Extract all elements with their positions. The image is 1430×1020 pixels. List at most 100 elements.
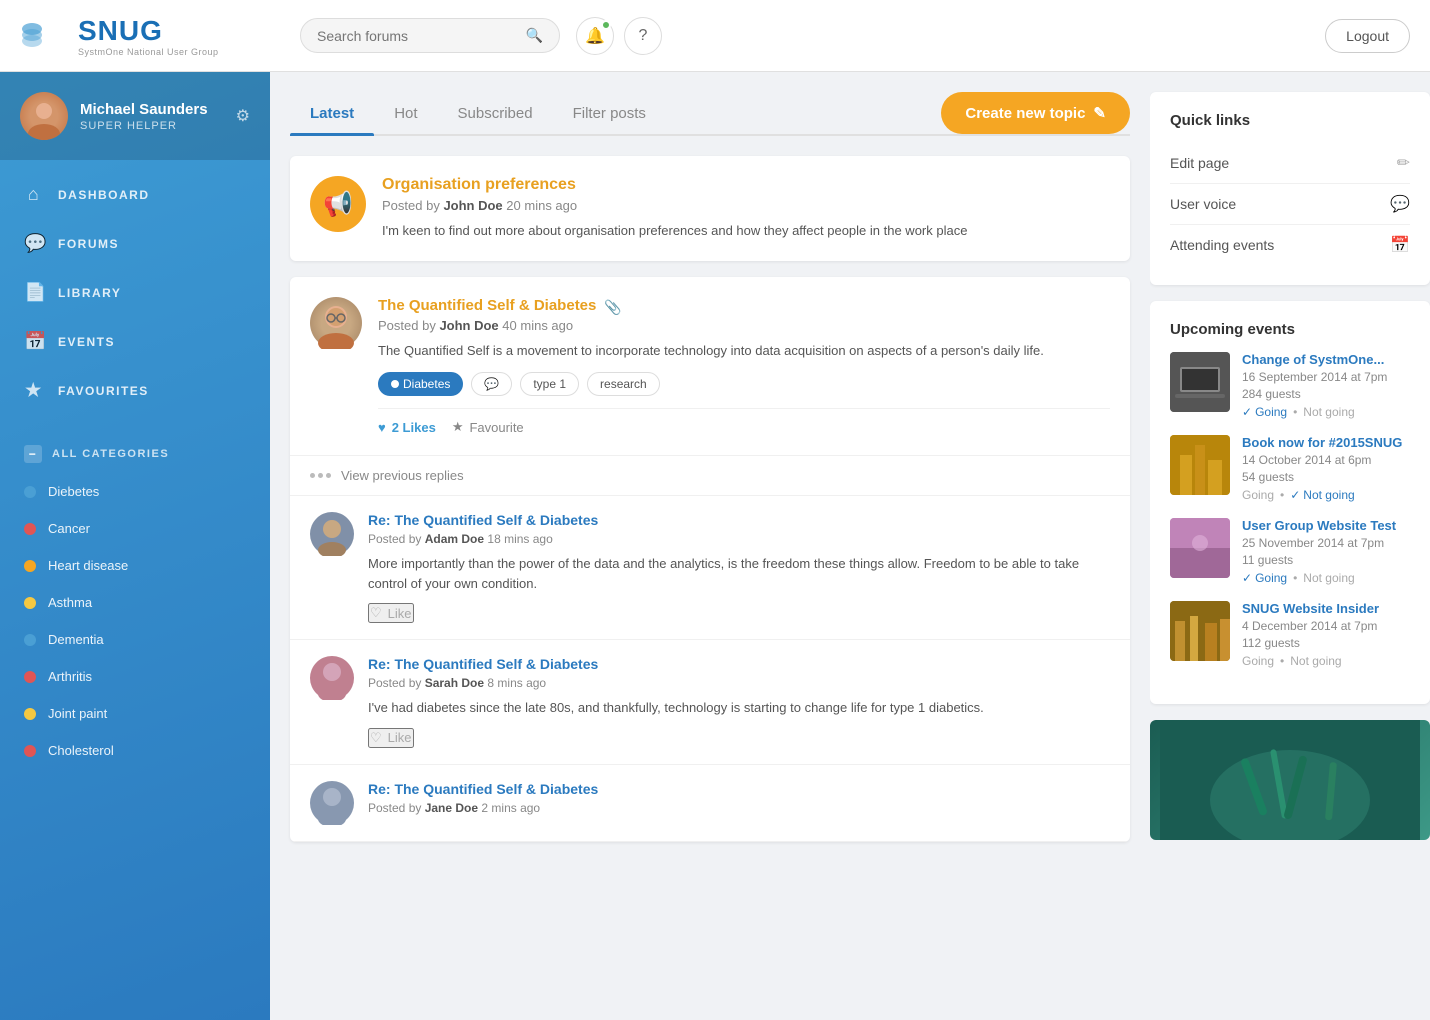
categories-collapse-button[interactable]: −	[24, 445, 42, 463]
reply-2-author-name: Sarah Doe	[425, 676, 484, 690]
tag-research[interactable]: research	[587, 372, 660, 396]
logo-icon	[20, 11, 70, 61]
category-item-cancer[interactable]: Cancer	[0, 510, 270, 547]
thread-post-meta: The Quantified Self & Diabetes 📎 Posted …	[378, 297, 1110, 436]
category-dot-cholesterol	[24, 745, 36, 757]
reply-1-text: More importantly than the power of the d…	[368, 554, 1110, 593]
paperclip-icon: 📎	[604, 299, 621, 316]
category-label-diabetes: Diebetes	[48, 484, 99, 499]
logo-area: SNUG SystmOne National User Group	[20, 11, 290, 61]
category-item-diabetes[interactable]: Diebetes	[0, 473, 270, 510]
right-sidebar: Quick links Edit page ✏ User voice 💬 Att…	[1150, 72, 1430, 1020]
edit-icon: ✏	[1397, 153, 1410, 173]
create-topic-button[interactable]: Create new topic ✎	[941, 92, 1130, 134]
notification-bell-button[interactable]: 🔔	[576, 17, 614, 55]
not-going-button-2[interactable]: ✓ Not going	[1290, 488, 1354, 502]
tab-latest[interactable]: Latest	[290, 93, 374, 134]
post-meta: Organisation preferences Posted by John …	[382, 176, 1110, 241]
category-item-cholesterol[interactable]: Cholesterol	[0, 732, 270, 769]
not-going-button-3[interactable]: Not going	[1303, 571, 1354, 585]
announcement-excerpt: I'm keen to find out more about organisa…	[382, 221, 1110, 241]
sidebar-item-dashboard[interactable]: ⌂ DASHBOARD	[0, 170, 270, 219]
quick-link-edit-page[interactable]: Edit page ✏	[1170, 143, 1410, 184]
not-going-button-1[interactable]: Not going	[1303, 405, 1354, 419]
event-item-1: Change of SystmOne... 16 September 2014 …	[1170, 352, 1410, 419]
category-item-asthma[interactable]: Asthma	[0, 584, 270, 621]
search-icon[interactable]: 🔍	[526, 27, 543, 44]
category-label-heart: Heart disease	[48, 558, 128, 573]
categories-section: − ALL CATEGORIES Diebetes Cancer Heart d…	[0, 425, 270, 779]
sidebar-item-events[interactable]: 📅 EVENTS	[0, 317, 270, 366]
tag-chat[interactable]: 💬	[471, 372, 512, 396]
heart-icon-r2: ♡	[370, 730, 382, 746]
favourite-button[interactable]: ★ Favourite	[452, 419, 524, 435]
category-label-cancer: Cancer	[48, 521, 90, 536]
event-item-4: SNUG Website Insider 4 December 2014 at …	[1170, 601, 1410, 668]
reply-2-text: I've had diabetes since the late 80s, an…	[368, 698, 1110, 718]
not-going-button-4[interactable]: Not going	[1290, 654, 1341, 668]
reply-2-like-button[interactable]: ♡ Like	[368, 728, 414, 748]
view-prev-label: View previous replies	[341, 468, 464, 483]
sidebar-item-label-events: EVENTS	[58, 335, 115, 349]
event-title-4[interactable]: SNUG Website Insider	[1242, 601, 1410, 616]
categories-title: ALL CATEGORIES	[52, 448, 169, 460]
search-area: 🔍	[300, 18, 560, 53]
thread-post-header: The Quantified Self & Diabetes 📎 Posted …	[310, 297, 1110, 436]
event-date-2: 14 October 2014 at 6pm	[1242, 453, 1410, 467]
reply-2-author: Posted by Sarah Doe 8 mins ago	[368, 676, 1110, 690]
quick-link-edit-label: Edit page	[1170, 155, 1229, 171]
reply-2-title[interactable]: Re: The Quantified Self & Diabetes	[368, 656, 1110, 672]
event-title-3[interactable]: User Group Website Test	[1242, 518, 1410, 533]
sidebar-item-favourites[interactable]: ★ FAVOURITES	[0, 366, 270, 415]
event-guests-1: 284 guests	[1242, 387, 1410, 401]
thread-title[interactable]: The Quantified Self & Diabetes	[378, 297, 596, 314]
category-item-joint[interactable]: Joint paint	[0, 695, 270, 732]
thread-main-post: The Quantified Self & Diabetes 📎 Posted …	[290, 277, 1130, 457]
event-title-2[interactable]: Book now for #2015SNUG	[1242, 435, 1410, 450]
event-guests-2: 54 guests	[1242, 470, 1410, 484]
category-dot-joint	[24, 708, 36, 720]
quick-link-user-voice[interactable]: User voice 💬	[1170, 184, 1410, 225]
going-label-3: ✓ Going	[1242, 571, 1287, 585]
help-button[interactable]: ?	[624, 17, 662, 55]
reply-1-like-button[interactable]: ♡ Like	[368, 603, 414, 623]
logout-button[interactable]: Logout	[1325, 19, 1410, 53]
search-input[interactable]	[317, 28, 520, 44]
sidebar-item-label-favourites: FAVOURITES	[58, 384, 149, 398]
reply-3-title[interactable]: Re: The Quantified Self & Diabetes	[368, 781, 1110, 797]
reply-3-content: Re: The Quantified Self & Diabetes Poste…	[368, 781, 1110, 825]
bottom-image-inner	[1150, 720, 1430, 840]
announcement-icon: 📢	[310, 176, 366, 232]
sidebar-item-forums[interactable]: 💬 FORUMS	[0, 219, 270, 268]
settings-icon[interactable]: ⚙	[236, 106, 250, 126]
tag-diabetes[interactable]: Diabetes	[378, 372, 463, 396]
reply-1-avatar	[310, 512, 354, 556]
user-info: Michael Saunders SUPER HELPER	[80, 101, 236, 132]
category-item-heart[interactable]: Heart disease	[0, 547, 270, 584]
event-title-1[interactable]: Change of SystmOne...	[1242, 352, 1410, 367]
event-thumb-3	[1170, 518, 1230, 578]
sidebar-item-library[interactable]: 📄 LIBRARY	[0, 268, 270, 317]
category-item-dementia[interactable]: Dementia	[0, 621, 270, 658]
quick-link-attending-events[interactable]: Attending events 📅	[1170, 225, 1410, 265]
calendar-icon: 📅	[1390, 235, 1410, 255]
view-previous-replies[interactable]: View previous replies	[290, 456, 1130, 496]
category-dot-diabetes	[24, 486, 36, 498]
user-section: Michael Saunders SUPER HELPER ⚙	[0, 72, 270, 160]
tag-type1[interactable]: type 1	[520, 372, 579, 396]
quick-link-voice-label: User voice	[1170, 196, 1236, 212]
category-dot-dementia	[24, 634, 36, 646]
reply-1-title[interactable]: Re: The Quantified Self & Diabetes	[368, 512, 1110, 528]
tab-subscribed[interactable]: Subscribed	[438, 93, 553, 134]
like-button[interactable]: ♥ 2 Likes	[378, 420, 436, 435]
reply-item-3: Re: The Quantified Self & Diabetes Poste…	[290, 765, 1130, 842]
thread-excerpt: The Quantified Self is a movement to inc…	[378, 341, 1110, 361]
tab-hot[interactable]: Hot	[374, 93, 437, 134]
logo-snug: SNUG	[78, 15, 219, 47]
main-layout: Michael Saunders SUPER HELPER ⚙ ⌂ DASHBO…	[0, 72, 1430, 1020]
category-dot-arthritis	[24, 671, 36, 683]
announcement-title: Organisation preferences	[382, 176, 1110, 194]
category-item-arthritis[interactable]: Arthritis	[0, 658, 270, 695]
event-guests-4: 112 guests	[1242, 636, 1410, 650]
tab-filter[interactable]: Filter posts	[553, 93, 666, 134]
